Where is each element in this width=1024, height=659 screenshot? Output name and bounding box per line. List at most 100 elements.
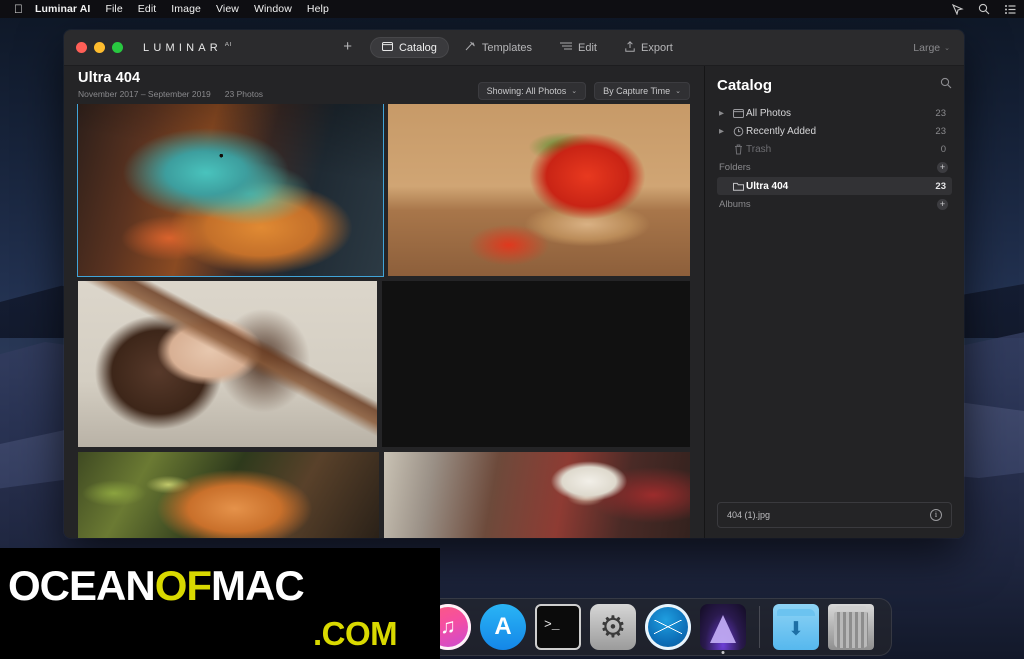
sidebar-item-all-photos[interactable]: ▶ All Photos 23 [717,104,952,122]
sidebar-item-count: 23 [935,180,946,192]
add-album-button[interactable]: + [937,199,948,210]
running-indicator-dot [721,651,725,654]
apple-logo-icon[interactable]:  [14,3,23,15]
clock-icon [730,126,746,137]
menu-item-view[interactable]: View [216,3,239,15]
chevron-down-icon: ⌄ [944,44,950,52]
ocean-of-mac-watermark: OCEANOFMAC .COM [0,548,440,659]
window-body: Ultra 404 November 2017 – September 2019… [64,66,964,538]
library-icon [730,108,746,118]
dock-separator [759,606,760,648]
traffic-light-group [64,42,123,53]
photo-thumbnail-makeup-portrait[interactable] [78,280,378,448]
dock-item-trash[interactable] [828,604,874,650]
macos-menu-bar:  Luminar AI File Edit Image View Window… [0,0,1024,18]
photo-grid-row [77,104,690,277]
sidebar-section-folders: Folders + [717,158,952,177]
tab-templates[interactable]: Templates [453,37,544,59]
window-title-bar: LUMINAR AI + Catalog Templates Edit Expo… [64,30,964,66]
photo-thumbnail-burgers[interactable] [382,280,690,448]
thumbnail-image [78,104,383,276]
watermark-of: OF [154,562,212,609]
sidebar-item-label: Recently Added [746,125,817,137]
add-photos-button[interactable]: + [343,39,366,56]
photo-thumbnail-ginger-cat[interactable] [78,452,380,538]
dock-item-aurora-hdr[interactable] [700,604,746,654]
edit-sliders-icon [560,41,573,54]
luminar-ai-window: LUMINAR AI + Catalog Templates Edit Expo… [64,30,964,538]
menu-item-file[interactable]: File [105,3,122,15]
sidebar-item-label: All Photos [746,107,792,119]
showing-filter-dropdown[interactable]: Showing: All Photos ⌄ [477,82,587,100]
sidebar-title: Catalog [717,76,773,94]
catalog-icon [381,41,393,54]
dock-item-downloads-folder[interactable] [773,604,819,650]
sidebar-section-label: Folders [719,162,751,173]
album-header: Ultra 404 November 2017 – September 2019… [64,66,704,104]
brand-text: LUMINAR [143,41,222,54]
showing-filter-label: Showing: All Photos [486,86,567,96]
photo-thumbnail-strawberries[interactable] [387,104,690,276]
dock-item-luminar-ai[interactable] [645,604,691,650]
dock-item-app-store[interactable] [480,604,526,650]
menu-item-help[interactable]: Help [307,3,329,15]
photo-grid [64,104,704,538]
selected-file-name: 404 (1).jpg [727,510,771,520]
view-size-selector[interactable]: Large ⌄ [913,42,950,54]
tab-templates-label: Templates [481,41,533,54]
watermark-mac: MAC [211,562,305,609]
catalog-content-area: Ultra 404 November 2017 – September 2019… [64,66,704,538]
sidebar-item-count: 23 [935,107,946,119]
disclosure-triangle-icon[interactable]: ▶ [719,127,730,135]
dock-item-system-preferences[interactable] [590,604,636,650]
folder-icon [730,182,746,191]
dock-item-terminal[interactable] [535,604,581,650]
brand-superscript: AI [224,41,233,48]
templates-icon [465,41,476,55]
sidebar-item-recently-added[interactable]: ▶ Recently Added 23 [717,122,952,140]
add-folder-button[interactable]: + [937,162,948,173]
album-photo-count: 23 Photos [224,89,264,99]
photo-thumbnail-woman-white-hat[interactable] [384,452,690,538]
tab-edit-label: Edit [578,41,597,54]
tab-edit[interactable]: Edit [548,37,609,58]
close-button[interactable] [76,42,87,53]
photo-grid-row [78,280,690,448]
tab-export[interactable]: Export [613,37,685,59]
watermark-ocean: OCEAN [8,562,156,609]
chevron-down-icon: ⌄ [675,88,681,95]
photo-grid-row [78,452,690,538]
sidebar-item-ultra-404[interactable]: Ultra 404 23 [717,177,952,195]
thumbnail-image [78,280,378,448]
selected-file-field[interactable]: 404 (1).jpg i [717,502,952,528]
tab-catalog[interactable]: Catalog [369,37,449,58]
sort-order-dropdown[interactable]: By Capture Time ⌄ [594,82,690,100]
menu-app-name[interactable]: Luminar AI [35,3,90,15]
sidebar-item-count: 0 [940,143,946,155]
tab-export-label: Export [641,41,673,54]
watermark-line-1: OCEANOFMAC [8,562,305,610]
export-upload-icon [625,40,635,55]
info-circle-icon[interactable]: i [930,509,942,521]
app-brand-logo: LUMINAR AI [143,42,233,54]
sidebar-item-trash[interactable]: Trash 0 [717,140,952,158]
menu-item-edit[interactable]: Edit [138,3,157,15]
sidebar-section-albums: Albums + [717,195,952,214]
sort-order-label: By Capture Time [603,86,671,96]
photo-thumbnail-chameleon[interactable] [77,104,384,277]
search-icon[interactable] [940,76,952,94]
minimize-button[interactable] [94,42,105,53]
trash-icon [730,144,746,155]
screen-sharing-icon[interactable] [952,3,964,15]
disclosure-triangle-icon[interactable]: ▶ [719,109,730,117]
menu-item-image[interactable]: Image [171,3,201,15]
zoom-button[interactable] [112,42,123,53]
catalog-sidebar: Catalog ▶ All Photos 23 ▶ Recently Added [704,66,964,538]
control-center-icon[interactable] [1004,4,1016,15]
sidebar-item-label: Trash [746,143,772,155]
menu-item-window[interactable]: Window [254,3,292,15]
sidebar-section-label: Albums [719,199,751,210]
sidebar-item-label: Ultra 404 [746,180,789,192]
tab-catalog-label: Catalog [398,41,437,54]
search-icon[interactable] [978,3,990,15]
